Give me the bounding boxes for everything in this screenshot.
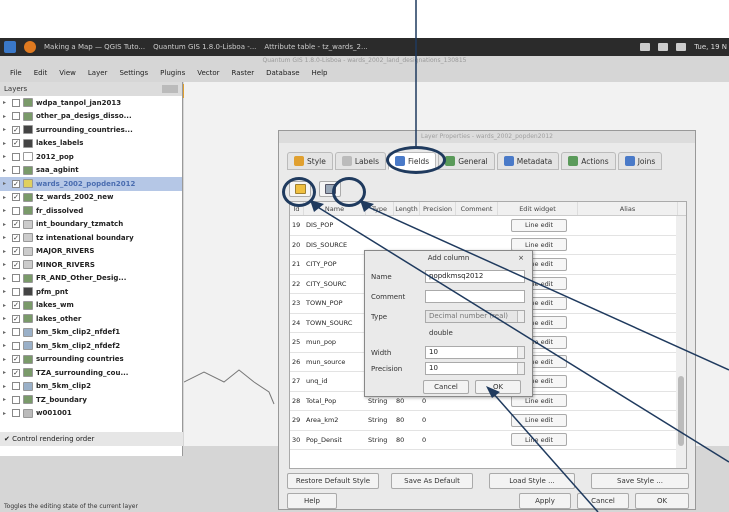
arrowhead-new-column (360, 200, 374, 212)
callout-lines (310, 0, 729, 512)
callout-line-toggle-editing (315, 205, 729, 463)
arrowhead-ok (486, 386, 500, 398)
callout-line-new-column (365, 205, 729, 371)
callout-line-ok (491, 391, 599, 512)
